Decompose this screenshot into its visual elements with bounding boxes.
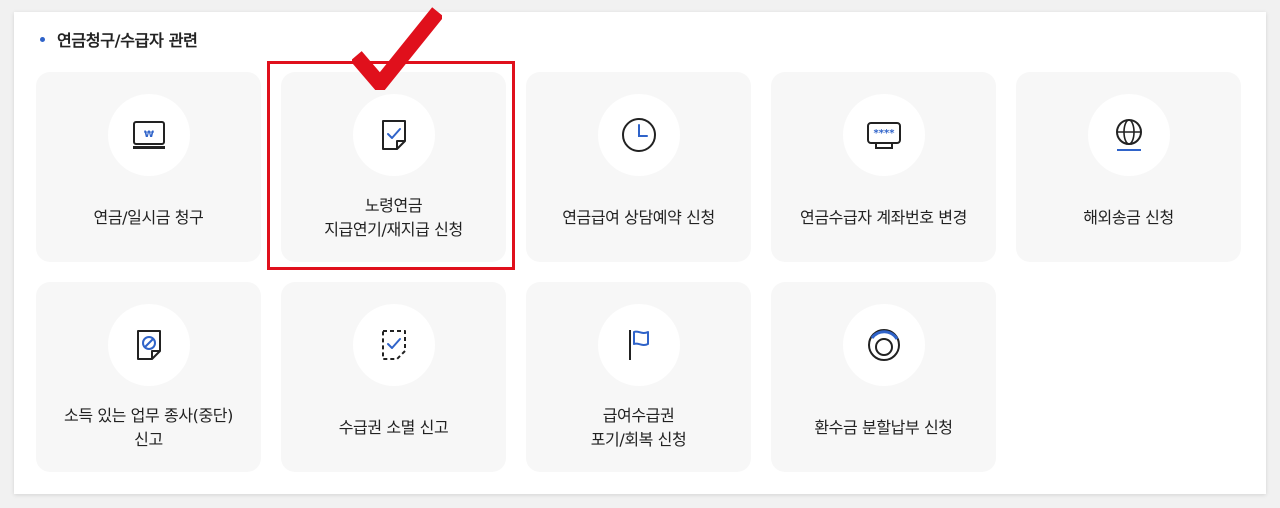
card-label: 급여수급권 포기/회복 신청	[590, 406, 687, 449]
card-entitlement-waiver[interactable]: 급여수급권 포기/회복 신청	[526, 282, 751, 472]
icon-circle	[1088, 94, 1170, 176]
card-overseas-remittance[interactable]: 해외송금 신청	[1016, 72, 1241, 262]
card-label: 연금급여 상담예약 신청	[562, 208, 715, 227]
card-consultation-reservation[interactable]: 연금급여 상담예약 신청	[526, 72, 751, 262]
section-title: 연금청구/수급자 관련	[57, 31, 198, 50]
card-pension-claim[interactable]: W 연금/일시금 청구	[36, 72, 261, 262]
clock-icon	[622, 118, 656, 152]
card-label: 수급권 소멸 신고	[338, 418, 449, 437]
card-label: 연금/일시금 청구	[93, 208, 204, 227]
card-label: 소득 있는 업무 종사(중단) 신고	[64, 406, 233, 449]
document-check-icon	[382, 120, 406, 150]
icon-circle	[598, 94, 680, 176]
icon-circle: W	[108, 94, 190, 176]
dashed-document-check-icon	[382, 330, 406, 360]
icon-circle	[108, 304, 190, 386]
card-entitlement-termination[interactable]: 수급권 소멸 신고	[281, 282, 506, 472]
globe-icon	[1116, 119, 1142, 151]
monitor-won-icon: W	[133, 121, 165, 149]
icon-circle	[843, 304, 925, 386]
bullet-dot	[40, 36, 45, 42]
flag-icon	[629, 330, 649, 360]
card-account-change[interactable]: **** 연금수급자 계좌번호 변경	[771, 72, 996, 262]
password-screen-icon: ****	[867, 122, 901, 149]
icon-circle	[353, 304, 435, 386]
card-label: 노령연금 지급연기/재지급 신청	[324, 196, 463, 239]
card-label: 해외송금 신청	[1083, 208, 1174, 227]
icon-circle	[353, 94, 435, 176]
card-label: 환수금 분할납부 신청	[814, 418, 953, 437]
card-old-age-pension-deferral[interactable]: 노령연금 지급연기/재지급 신청	[281, 72, 506, 262]
icon-circle: ****	[843, 94, 925, 176]
card-label: 연금수급자 계좌번호 변경	[800, 208, 967, 227]
card-income-work-report[interactable]: 소득 있는 업무 종사(중단) 신고	[36, 282, 261, 472]
icon-circle	[598, 304, 680, 386]
section-heading: 연금청구/수급자 관련	[40, 28, 198, 50]
ring-chart-icon	[868, 329, 900, 361]
document-prohibited-icon	[137, 330, 161, 360]
svg-text:****: ****	[874, 128, 896, 139]
card-installment-repayment[interactable]: 환수금 분할납부 신청	[771, 282, 996, 472]
